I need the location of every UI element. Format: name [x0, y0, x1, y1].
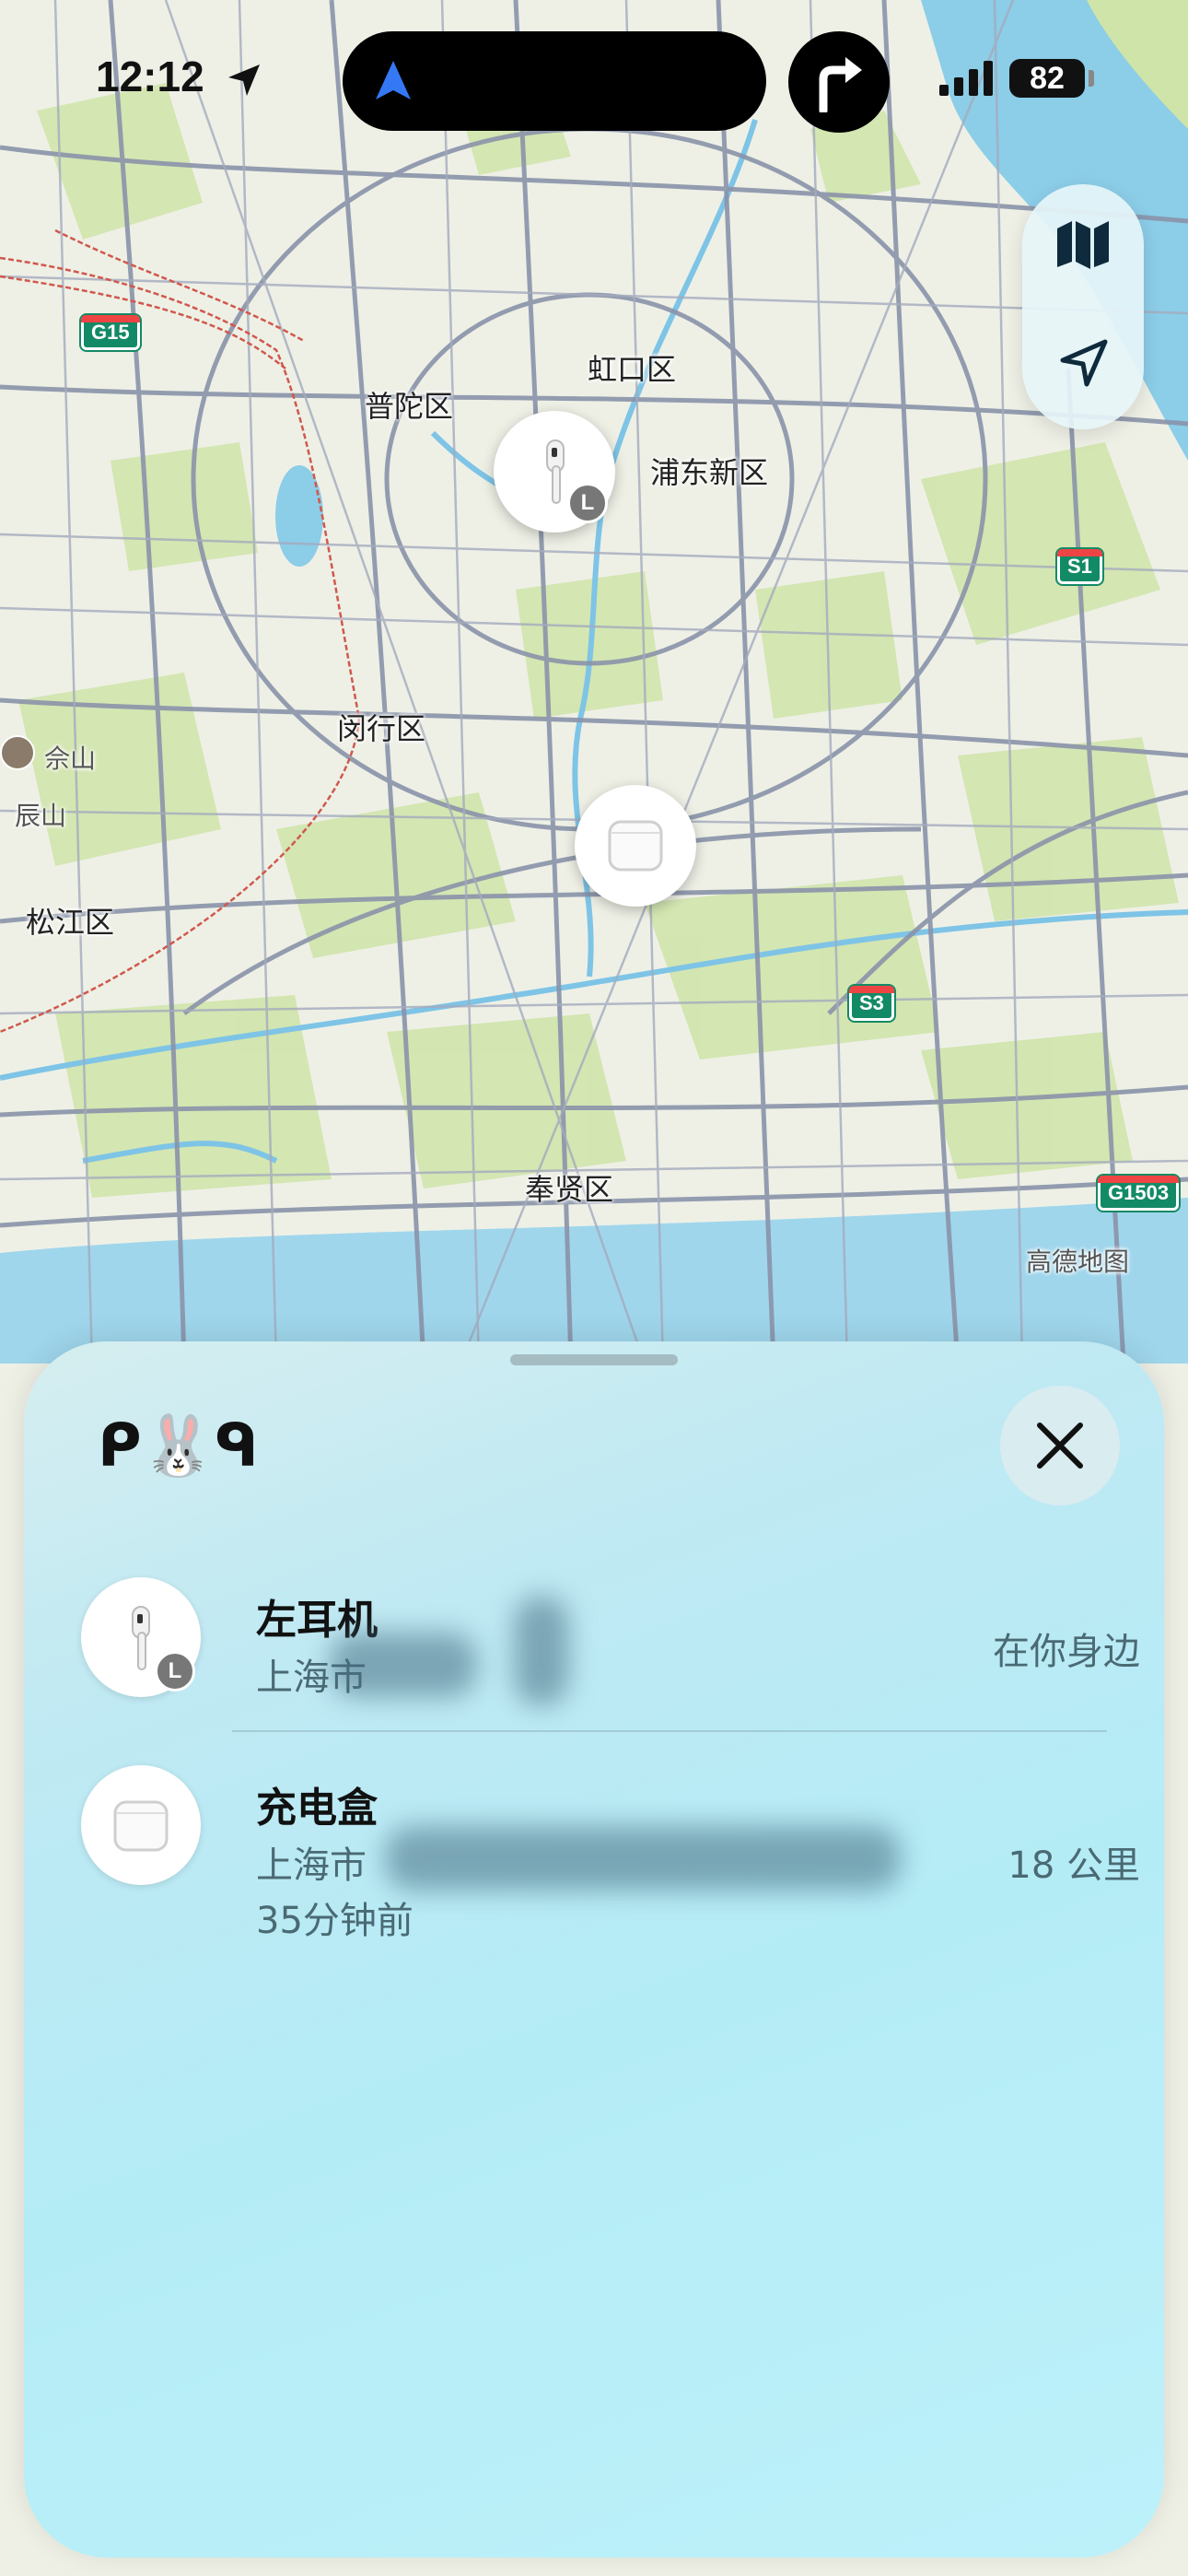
redacted-address — [514, 1596, 569, 1706]
sheet-title: ᑭ🐰ᑫ — [98, 1412, 259, 1481]
turn-right-icon — [819, 57, 862, 112]
map-label-hongkou: 虹口区 — [588, 352, 677, 387]
map-label-putuo: 普陀区 — [365, 389, 454, 424]
device-detail-sheet: ᑭ🐰ᑫ L 左耳机 上海市 在你身边 充电盒 上海市 35分钟前 18 公里 — [24, 1341, 1164, 2558]
locate-me-button[interactable] — [1022, 307, 1144, 429]
map-icon — [1057, 221, 1109, 269]
map-label-sheshan: 佘山 — [44, 744, 97, 774]
map-label-chenshan: 辰山 — [15, 801, 67, 831]
mountain-icon — [0, 735, 35, 770]
map-canvas[interactable] — [0, 0, 1188, 1364]
map-label-fengxian: 奉贤区 — [525, 1172, 614, 1207]
map-label-songjiang: 松江区 — [26, 905, 115, 940]
highway-shield-g1503: G1503 — [1098, 1176, 1180, 1211]
location-arrow-icon — [1060, 339, 1108, 387]
charging-case-map-pin[interactable] — [575, 785, 696, 907]
left-earbud-avatar: L — [81, 1577, 201, 1697]
highway-shield-s3: S3 — [849, 986, 894, 1021]
map-label-minhang: 闵行区 — [337, 711, 426, 746]
item-distance: 在你身边 — [993, 1631, 1140, 1673]
map-mode-button[interactable] — [1022, 184, 1144, 307]
map-label-pudong: 浦东新区 — [650, 455, 769, 490]
charging-case-icon — [608, 820, 663, 872]
left-badge: L — [155, 1651, 195, 1692]
map-view[interactable]: 虹口区 普陀区 浦东新区 闵行区 佘山 辰山 松江区 奉贤区 高德地图 G15 … — [0, 0, 1188, 1364]
charging-case-icon — [113, 1800, 169, 1852]
list-item-left-earbud[interactable]: L 左耳机 上海市 在你身边 — [81, 1577, 1140, 1706]
sheet-grabber[interactable] — [510, 1354, 678, 1365]
battery-tip — [1089, 70, 1094, 87]
item-distance: 18 公里 — [1007, 1844, 1140, 1887]
left-earbud-map-pin[interactable]: L — [494, 411, 615, 533]
highway-shield-g15: G15 — [81, 315, 140, 350]
redacted-address — [385, 1826, 901, 1891]
map-attribution: 高德地图 — [1026, 1247, 1130, 1277]
highway-shield-s1: S1 — [1057, 549, 1102, 584]
map-controls — [1022, 184, 1144, 429]
close-icon — [1037, 1423, 1083, 1469]
cellular-signal-icon — [939, 61, 993, 96]
location-arrow-icon — [228, 64, 260, 96]
navigation-arrow-icon — [376, 61, 411, 100]
item-location: 上海市 — [256, 1844, 367, 1887]
list-item-charging-case[interactable]: 充电盒 上海市 35分钟前 18 公里 — [81, 1765, 1140, 1942]
status-time: 12:12 — [96, 53, 204, 100]
item-last-seen: 35分钟前 — [256, 1900, 413, 1942]
turn-right-button[interactable] — [788, 31, 890, 133]
list-divider — [232, 1730, 1107, 1732]
left-badge: L — [567, 483, 608, 523]
redacted-address — [330, 1633, 477, 1697]
close-button[interactable] — [1000, 1386, 1120, 1505]
battery-indicator: 82 — [1009, 59, 1085, 98]
item-name: 充电盒 — [256, 1785, 378, 1832]
charging-case-avatar — [81, 1765, 201, 1885]
